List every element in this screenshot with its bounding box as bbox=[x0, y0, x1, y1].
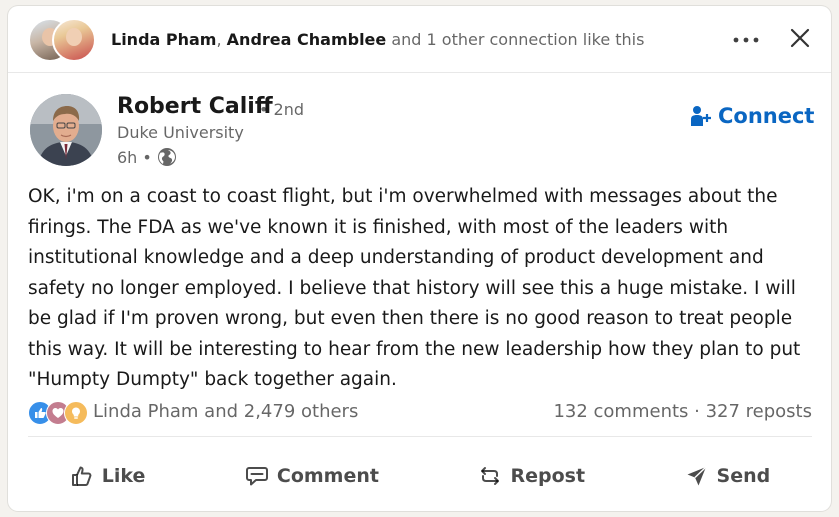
connect-button[interactable]: Connect bbox=[690, 102, 814, 130]
repost-icon bbox=[481, 467, 500, 485]
dismiss-button[interactable] bbox=[784, 22, 816, 54]
connection-avatars[interactable] bbox=[28, 18, 98, 62]
social-counts: Linda Pham and 2,479 others 132 comments… bbox=[28, 400, 812, 437]
add-person-icon bbox=[691, 106, 711, 126]
post-text: OK, i'm on a coast to coast flight, but … bbox=[28, 186, 801, 390]
social-activity-text: Linda Pham, Andrea Chamblee and 1 other … bbox=[111, 30, 644, 49]
connect-label: Connect bbox=[718, 104, 815, 128]
like-button[interactable]: Like bbox=[56, 454, 160, 498]
profile-photo-icon bbox=[30, 94, 102, 166]
social-activity-header: Linda Pham, Andrea Chamblee and 1 other … bbox=[8, 6, 831, 73]
post-meta: 6h • bbox=[117, 146, 177, 168]
close-icon bbox=[790, 28, 810, 48]
insightful-icon bbox=[64, 401, 88, 425]
author-name[interactable]: Robert Califf bbox=[117, 94, 273, 119]
author-avatar[interactable] bbox=[30, 94, 102, 166]
more-options-button[interactable] bbox=[726, 26, 766, 54]
social-activity-suffix: and 1 other connection like this bbox=[391, 30, 645, 49]
more-horizontal-icon bbox=[733, 37, 759, 43]
comments-reposts-count[interactable]: 132 comments · 327 reposts bbox=[553, 401, 812, 422]
reactions-count[interactable]: Linda Pham and 2,479 others bbox=[93, 401, 358, 422]
thumbs-up-icon bbox=[71, 466, 92, 486]
send-label: Send bbox=[716, 465, 771, 487]
reactions-icons[interactable] bbox=[28, 401, 88, 425]
author-headline: Duke University bbox=[117, 123, 244, 142]
repost-button[interactable]: Repost bbox=[464, 454, 599, 498]
meta-separator: • bbox=[142, 147, 152, 167]
comment-label: Comment bbox=[276, 465, 379, 487]
name-separator: , bbox=[216, 30, 222, 49]
send-button[interactable]: Send bbox=[671, 454, 785, 498]
post-time: 6h bbox=[117, 147, 138, 167]
connection-name-link[interactable]: Andrea Chamblee bbox=[227, 30, 387, 49]
repost-label: Repost bbox=[510, 465, 586, 487]
comment-icon bbox=[245, 467, 268, 486]
globe-icon bbox=[157, 148, 176, 166]
action-bar: Like Comment Repost Send bbox=[20, 450, 820, 502]
avatar bbox=[52, 18, 96, 62]
like-label: Like bbox=[101, 465, 146, 487]
connection-name-link[interactable]: Linda Pham bbox=[111, 30, 216, 49]
connection-degree: • 2nd bbox=[259, 100, 304, 119]
post-card: Linda Pham, Andrea Chamblee and 1 other … bbox=[8, 6, 831, 511]
send-icon bbox=[687, 466, 707, 486]
comment-button[interactable]: Comment bbox=[231, 454, 393, 498]
